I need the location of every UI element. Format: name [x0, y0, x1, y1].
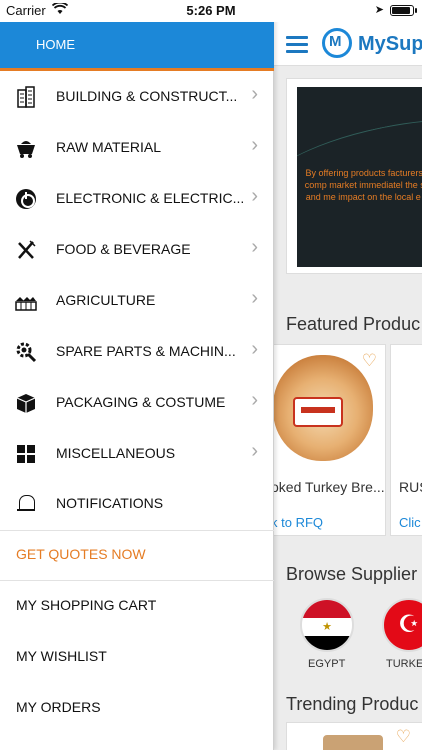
- menu-item-agriculture[interactable]: AGRICULTURE ›: [0, 275, 274, 326]
- home-screen-background: MySupp By offering products facturers an…: [274, 22, 422, 750]
- menu-item-label: GET QUOTES NOW: [16, 546, 146, 562]
- menu-item-food-beverage[interactable]: FOOD & BEVERAGE ›: [0, 224, 274, 275]
- menu-item-packaging-costume[interactable]: PACKAGING & COSTUME ›: [0, 377, 274, 428]
- product-card[interactable]: ♡: [286, 722, 422, 750]
- product-name: RUS: [399, 479, 422, 495]
- power-icon: [14, 187, 38, 211]
- gear-wrench-icon: [14, 340, 38, 364]
- menu-item-label: FOOD & BEVERAGE: [56, 241, 191, 257]
- hamburger-menu-icon[interactable]: [286, 36, 308, 53]
- heart-icon[interactable]: ♡: [396, 727, 411, 747]
- chevron-right-icon: ›: [251, 440, 258, 462]
- chevron-right-icon: ›: [251, 134, 258, 156]
- featured-products-list: ♡ oked Turkey Bre... k to RFQ RUS Clic: [274, 344, 422, 536]
- add-to-rfq-link[interactable]: Clic: [399, 515, 421, 530]
- menu-item-notifications[interactable]: NOTIFICATIONS: [0, 478, 274, 529]
- menu-item-raw-material[interactable]: RAW MATERIAL ›: [0, 122, 274, 173]
- menu-item-orders[interactable]: MY ORDERS: [0, 682, 274, 733]
- menu-item-label: SPARE PARTS & MACHIN...: [56, 343, 236, 359]
- chevron-right-icon: ›: [251, 185, 258, 207]
- menu-item-label: NOTIFICATIONS: [56, 495, 164, 511]
- battery-icon: [390, 5, 417, 16]
- country-label: TURKE: [386, 658, 422, 670]
- menu-item-building-construction[interactable]: BUILDING & CONSTRUCT... ›: [0, 71, 274, 122]
- product-image: [274, 355, 373, 461]
- drawer-header-home[interactable]: HOME: [0, 22, 274, 68]
- mine-cart-icon: [14, 136, 38, 160]
- chevron-right-icon: ›: [251, 389, 258, 411]
- package-icon: [14, 391, 38, 415]
- chevron-right-icon: ›: [251, 287, 258, 309]
- menu-item-label: MY WISHLIST: [16, 648, 107, 664]
- product-name: oked Turkey Bre...: [274, 479, 385, 495]
- menu-item-label: MY SHOPPING CART: [16, 597, 157, 613]
- menu-item-label: RAW MATERIAL: [56, 139, 162, 155]
- logo-text: MySupp: [358, 33, 422, 55]
- product-card[interactable]: RUS Clic: [390, 344, 422, 536]
- home-label: HOME: [36, 37, 75, 52]
- banner-image: By offering products facturers and comp …: [297, 87, 422, 267]
- clock: 5:26 PM: [186, 3, 236, 18]
- browse-suppliers-title: Browse Supplier: [286, 564, 418, 584]
- location-arrow-icon: ➤: [374, 4, 384, 16]
- menu-item-label: MY ORDERS: [16, 699, 101, 715]
- egypt-flag-icon[interactable]: ★: [300, 598, 354, 652]
- menu-item-electronic-electrical[interactable]: ELECTRONIC & ELECTRIC... ›: [0, 173, 274, 224]
- fork-knife-icon: [14, 238, 38, 262]
- chevron-right-icon: ›: [251, 83, 258, 105]
- heart-icon[interactable]: ♡: [362, 351, 377, 371]
- promo-banner[interactable]: By offering products facturers and comp …: [286, 78, 422, 274]
- menu-item-shopping-cart[interactable]: MY SHOPPING CART: [0, 580, 274, 631]
- chevron-right-icon: ›: [251, 338, 258, 360]
- menu-item-get-quotes[interactable]: GET QUOTES NOW: [0, 529, 274, 580]
- navigation-drawer: HOME BUILDING & CONSTRUCT... › RAW MATER…: [0, 0, 274, 750]
- banner-text: By offering products facturers and comp …: [304, 168, 422, 202]
- bell-icon: [14, 492, 38, 516]
- logo-icon: [322, 28, 352, 58]
- menu-item-label: PACKAGING & COSTUME: [56, 394, 226, 410]
- menu-item-label: MISCELLANEOUS: [56, 445, 176, 461]
- trending-products-title: Trending Produc: [286, 694, 419, 714]
- chevron-right-icon: ›: [251, 236, 258, 258]
- farm-icon: [14, 289, 38, 313]
- app-screen: Carrier 5:26 PM ➤ MySupp By offering pro…: [0, 0, 422, 750]
- top-navigation-bar: MySupp: [274, 22, 422, 66]
- menu-item-label: ELECTRONIC & ELECTRIC...: [56, 190, 245, 206]
- menu-item-miscellaneous[interactable]: MISCELLANEOUS ›: [0, 428, 274, 479]
- featured-products-title: Featured Produc: [286, 314, 421, 334]
- menu-item-label: AGRICULTURE: [56, 292, 156, 308]
- menu-item-label: BUILDING & CONSTRUCT...: [56, 88, 238, 104]
- status-bar: Carrier 5:26 PM ➤: [0, 0, 422, 22]
- grid-icon: [14, 442, 38, 466]
- turkey-flag-icon[interactable]: ☪: [382, 598, 422, 652]
- country-label: EGYPT: [308, 658, 346, 670]
- add-to-rfq-link[interactable]: k to RFQ: [274, 515, 323, 530]
- menu-item-spare-parts-machinery[interactable]: SPARE PARTS & MACHIN... ›: [0, 326, 274, 377]
- menu-item-wishlist[interactable]: MY WISHLIST: [0, 631, 274, 682]
- building-icon: [14, 85, 38, 109]
- product-card[interactable]: ♡ oked Turkey Bre... k to RFQ: [274, 344, 386, 536]
